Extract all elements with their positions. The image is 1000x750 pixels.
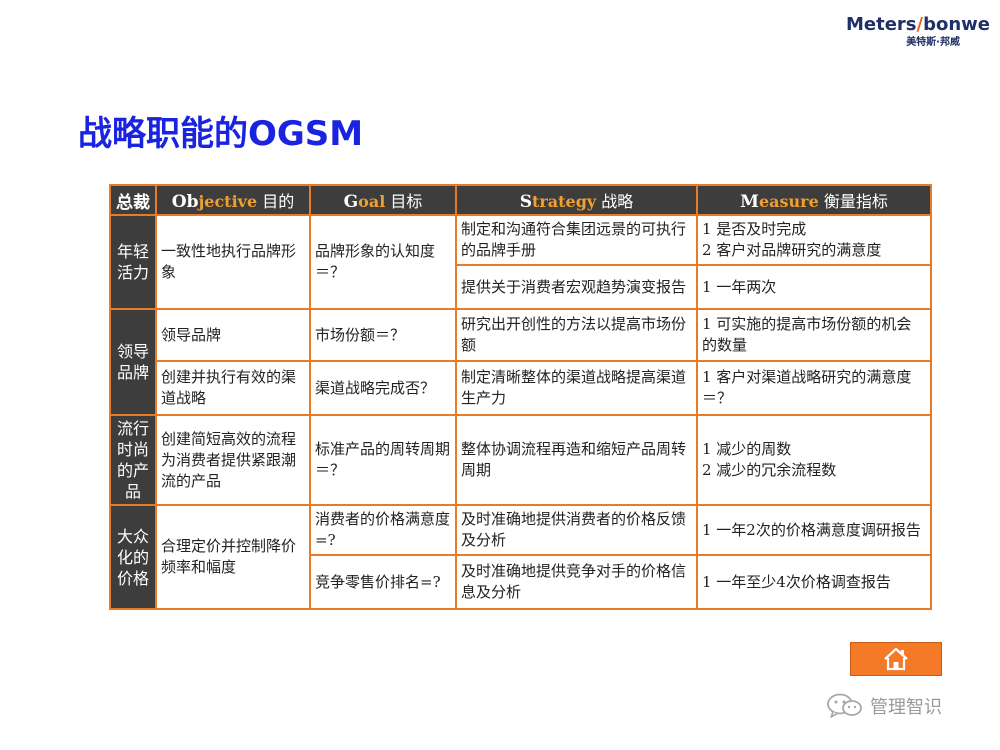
watermark: 管理智识 [826, 693, 942, 719]
goal-cell: 渠道战略完成否？ [309, 360, 457, 416]
table-row: 大众化的价格 合理定价并控制降价频率和幅度 消费者的价格满意度=? 及时准确地提… [109, 504, 932, 610]
strategy-cell: 制定清晰整体的渠道战略提高渠道生产力 [455, 360, 698, 416]
brand-logo: Meters/bonwe 美特斯·邦威 [846, 14, 990, 48]
table-row: 创建并执行有效的渠道战略 渠道战略完成否？ 制定清晰整体的渠道战略提高渠道生产力… [110, 360, 932, 416]
strategy-cell: 及时准确地提供竞争对手的价格信息及分析 [455, 554, 698, 610]
goal-cell: 品牌形象的认知度＝？ [309, 214, 457, 310]
goal-cell: 市场份额＝？ [309, 308, 457, 362]
home-button[interactable] [850, 642, 942, 676]
objective-cell: 合理定价并控制降价频率和幅度 [155, 504, 311, 610]
measure-cell: 1 可实施的提高市场份额的机会的数量 [696, 308, 932, 362]
category-cell: 流行时尚的产品 [109, 414, 157, 506]
measure-cell: 1 是否及时完成 2 客户对品牌研究的满意度 [696, 214, 932, 266]
goal-cell: 消费者的价格满意度=? [309, 504, 457, 556]
goal-cell: 标准产品的周转周期＝？ [309, 414, 457, 506]
strategy-cell: 整体协调流程再造和缩短产品周转周期 [455, 414, 698, 506]
category-cell: 年轻活力 [109, 214, 157, 310]
measure-cell: 1 一年至少4次价格调查报告 [696, 554, 932, 610]
page-title: 战略职能的OGSM [78, 114, 364, 154]
measure-cell: 1 减少的周数 2 减少的冗余流程数 [696, 414, 932, 506]
strategy-cell: 研究出开创性的方法以提高市场份额 [455, 308, 698, 362]
header-row: 总裁 Objective 目的 Goal 目标 Strategy 战略 Meas… [109, 184, 932, 216]
objective-cell: 领导品牌 [155, 308, 311, 362]
category-cell: 大众化的价格 [109, 504, 157, 610]
header-measure: Measure 衡量指标 [696, 184, 932, 216]
wechat-icon [827, 693, 862, 718]
home-icon [884, 647, 908, 671]
measure-cell: 1 一年两次 [696, 264, 932, 310]
ogsm-table: 总裁 Objective 目的 Goal 目标 Strategy 战略 Meas… [109, 184, 932, 610]
header-strategy: Strategy 战略 [455, 184, 698, 216]
table-row: 流行时尚的产品 创建简短高效的流程为消费者提供紧跟潮流的产品 标准产品的周转周期… [109, 414, 932, 506]
objective-cell: 创建简短高效的流程为消费者提供紧跟潮流的产品 [155, 414, 311, 506]
category-cell: 领导品牌 [109, 308, 157, 416]
strategy-cell: 及时准确地提供消费者的价格反馈及分析 [455, 504, 698, 556]
header-president: 总裁 [109, 184, 157, 216]
logo-chinese-name: 美特斯·邦威 [906, 37, 960, 48]
measure-cell: 1 客户对渠道战略研究的满意度＝？ [696, 360, 932, 416]
objective-cell: 创建并执行有效的渠道战略 [155, 360, 311, 416]
watermark-text: 管理智识 [870, 697, 942, 718]
table-row: 领导品牌 领导品牌 市场份额＝？ 研究出开创性的方法以提高市场份额 1 可实施的… [109, 308, 932, 416]
strategy-cell: 提供关于消费者宏观趋势演变报告 [455, 264, 698, 310]
strategy-cell: 制定和沟通符合集团远景的可执行的品牌手册 [455, 214, 698, 266]
measure-cell: 1 一年2次的价格满意度调研报告 [696, 504, 932, 556]
objective-cell: 一致性地执行品牌形象 [155, 214, 311, 310]
header-objective: Objective 目的 [155, 184, 311, 216]
goal-cell: 竞争零售价排名=? [309, 554, 457, 610]
logo-wordmark: Meters/bonwe [845, 14, 990, 35]
header-goal: Goal 目标 [309, 184, 457, 216]
table-row: 年轻活力 一致性地执行品牌形象 品牌形象的认知度＝？ 制定和沟通符合集团远景的可… [109, 214, 932, 310]
